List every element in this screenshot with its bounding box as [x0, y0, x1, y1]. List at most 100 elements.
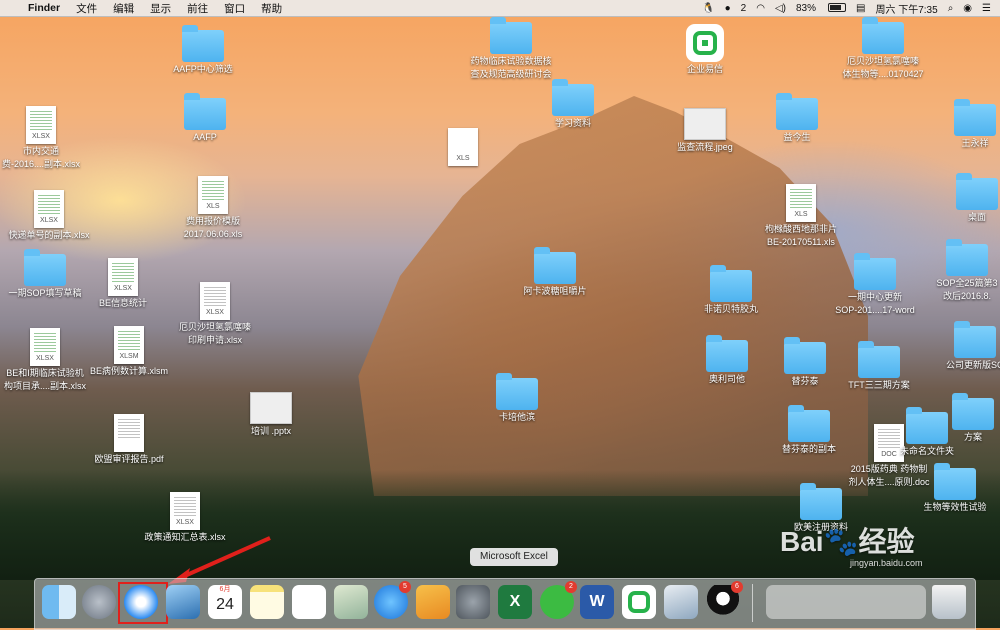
desktop-item-label: SOP全25篇第3 — [936, 278, 998, 288]
dock-downloads-stack[interactable] — [766, 585, 926, 619]
desktop-folder[interactable]: 生物等效性试验 — [910, 463, 1000, 513]
desktop-folder[interactable]: 一期中心更新 SOP-201....17-word — [830, 253, 920, 316]
desktop-file[interactable]: XLSX 厄贝沙坦氢氯噻嗪 印刷申请.xlsx — [170, 282, 260, 346]
wifi-icon[interactable]: ◠ — [751, 3, 770, 14]
desktop-file[interactable]: XLSX BE信息统计 — [78, 258, 168, 309]
desktop-item-label: 未命名文件夹 — [899, 446, 954, 456]
battery-icon[interactable] — [821, 3, 851, 14]
desktop-item-label: 一期SOP填写草稿 — [8, 288, 82, 298]
dock-pages[interactable] — [416, 585, 450, 619]
desktop-file[interactable]: XLS 枸橼酸西地那非片 BE-20170511.xls — [756, 184, 846, 248]
dock-app-store[interactable]: 5 — [374, 581, 411, 619]
dock-photo-booth[interactable] — [334, 585, 368, 619]
desktop-file[interactable]: XLS 费用报价模版 2017.06.06.xls — [168, 176, 258, 240]
spotlight-icon[interactable]: ⌕ — [943, 3, 959, 14]
dock-reminders[interactable] — [292, 585, 326, 619]
watermark-url: jingyan.baidu.com — [850, 558, 923, 568]
desktop-item-label: 监查流程.jpeg — [677, 142, 733, 152]
desktop-item-label-2: 费-2016....副本.xlsx — [1, 159, 81, 169]
dock-calendar[interactable]: 6月 24 — [208, 585, 242, 619]
volume-icon[interactable]: ◁) — [770, 3, 791, 14]
qq-status-icon[interactable]: 🐧 — [697, 3, 719, 14]
input-source-icon[interactable]: ▤ — [851, 3, 870, 14]
notification-center-icon[interactable]: ☰ — [977, 3, 996, 14]
desktop-file[interactable]: XLSM BE病例数计算.xlsm — [84, 326, 174, 377]
desktop-folder[interactable]: 公司更新版SO — [930, 321, 1000, 371]
desktop-item-label: 培训 .pptx — [250, 426, 291, 436]
menu-file[interactable]: 文件 — [68, 1, 105, 16]
desktop-folder[interactable]: 卡培他滨 — [472, 373, 562, 423]
desktop-item-label: 方案 — [963, 432, 982, 442]
jpeg-file-icon — [684, 108, 726, 140]
dock-launchpad[interactable] — [82, 585, 116, 619]
menu-window[interactable]: 窗口 — [216, 1, 253, 16]
wechat-status-icon[interactable]: ● — [720, 3, 736, 14]
desktop-item-label: 益今生 — [783, 132, 811, 142]
xls-file-icon: XLS — [448, 128, 478, 166]
menu-edit[interactable]: 编辑 — [105, 1, 142, 16]
desktop-folder[interactable]: 益今生 — [752, 93, 842, 143]
dock-preview[interactable] — [166, 585, 200, 619]
desktop-folder[interactable]: 替芬泰的副本 — [764, 405, 854, 455]
desktop-folder[interactable]: 奥利司他 — [682, 335, 772, 385]
dock-microsoft-word[interactable]: W — [580, 585, 614, 619]
xlsx-file-icon: XLSX — [30, 328, 60, 366]
dock-wechat[interactable]: 2 — [540, 581, 577, 619]
desktop-file[interactable]: XLSX 市内交通 费-2016....副本.xlsx — [0, 106, 86, 170]
desktop-file[interactable]: 欧盟审评报告.pdf — [84, 414, 174, 465]
folder-icon — [800, 483, 842, 520]
notification-count[interactable]: 2 — [736, 3, 752, 14]
menu-help[interactable]: 帮助 — [253, 1, 290, 16]
desktop-file[interactable]: 培训 .pptx — [226, 392, 316, 437]
desktop-folder[interactable]: 厄贝沙坦氢氯噻嗪 体生物等....0170427 — [838, 17, 928, 80]
desktop-folder[interactable]: 学习资料 — [528, 79, 618, 129]
desktop-folder[interactable]: 一期SOP填写草稿 — [0, 249, 90, 299]
desktop-file[interactable]: XLS — [418, 128, 508, 166]
desktop-file[interactable]: 监查流程.jpeg — [660, 108, 750, 153]
menu-go[interactable]: 前往 — [179, 1, 216, 16]
safari-highlight-box — [118, 582, 168, 624]
pptx-file-icon — [250, 392, 292, 424]
desktop-folder[interactable]: AAFP中心筛选 — [158, 25, 248, 75]
desktop-folder[interactable]: 桌面 — [932, 173, 1000, 223]
desktop-item-label: 阿卡波糖咀嚼片 — [523, 286, 587, 296]
siri-icon[interactable]: ◉ — [958, 3, 977, 14]
desktop-app-qiye-yixin[interactable]: 企业易信 — [660, 24, 750, 75]
desktop-folder[interactable]: 非诺贝特胶丸 — [686, 265, 776, 315]
desktop-item-label-2: BE-20170511.xls — [767, 237, 835, 247]
menu-view[interactable]: 显示 — [142, 1, 179, 16]
desktop-item-label: 一期中心更新 — [847, 292, 902, 302]
folder-icon — [184, 93, 226, 130]
desktop-item-label: 桌面 — [967, 212, 986, 222]
app-store-badge: 5 — [399, 581, 411, 593]
dock-finder[interactable] — [42, 585, 76, 619]
dock-qiye-yixin[interactable] — [622, 585, 656, 619]
menu-bar: Finder 文件 编辑 显示 前往 窗口 帮助 🐧 ● 2 ◠ ◁) 83% … — [0, 0, 1000, 17]
dock-trash[interactable] — [932, 585, 966, 619]
desktop-file[interactable]: XLSX BE和I期临床试验机 构项目承....副本.xlsx — [0, 328, 90, 392]
clock[interactable]: 周六 下午7:35 — [870, 1, 942, 16]
battery-percent[interactable]: 83% — [791, 3, 821, 14]
desktop-item-label: 王永祥 — [961, 138, 989, 148]
dock-microsoft-excel[interactable]: X — [498, 585, 532, 619]
desktop-item-label: 枸橼酸西地那非片 — [764, 224, 837, 234]
desktop-folder[interactable]: AAFP — [160, 93, 250, 143]
app-menu-finder[interactable]: Finder — [20, 2, 68, 14]
folder-icon — [862, 17, 904, 54]
dock-image-capture[interactable] — [664, 585, 698, 619]
desktop-folder[interactable]: SOP全25篇第3 改后2016.8. — [922, 239, 1000, 302]
dock-notes[interactable] — [250, 585, 284, 619]
dock-system-preferences[interactable] — [456, 585, 490, 619]
desktop-folder[interactable]: 药物临床试验数据核 查及规范高级研讨会 — [466, 17, 556, 80]
desktop-folder[interactable]: TFT三三期方案 — [834, 341, 924, 391]
folder-icon — [776, 93, 818, 130]
desktop-folder[interactable]: 王永祥 — [930, 99, 1000, 149]
desktop-folder[interactable]: 阿卡波糖咀嚼片 — [510, 247, 600, 297]
desktop-folder[interactable]: 方案 — [928, 393, 1000, 443]
desktop-item-label: AAFP中心筛选 — [173, 64, 233, 74]
xlsx-file-icon: XLSX — [108, 258, 138, 296]
dock-qq[interactable]: 6 — [706, 581, 743, 619]
xlsx-file-icon: XLSX — [26, 106, 56, 144]
desktop-file[interactable]: XLSX 快递单号的副本.xlsx — [4, 190, 94, 241]
folder-icon — [784, 337, 826, 374]
